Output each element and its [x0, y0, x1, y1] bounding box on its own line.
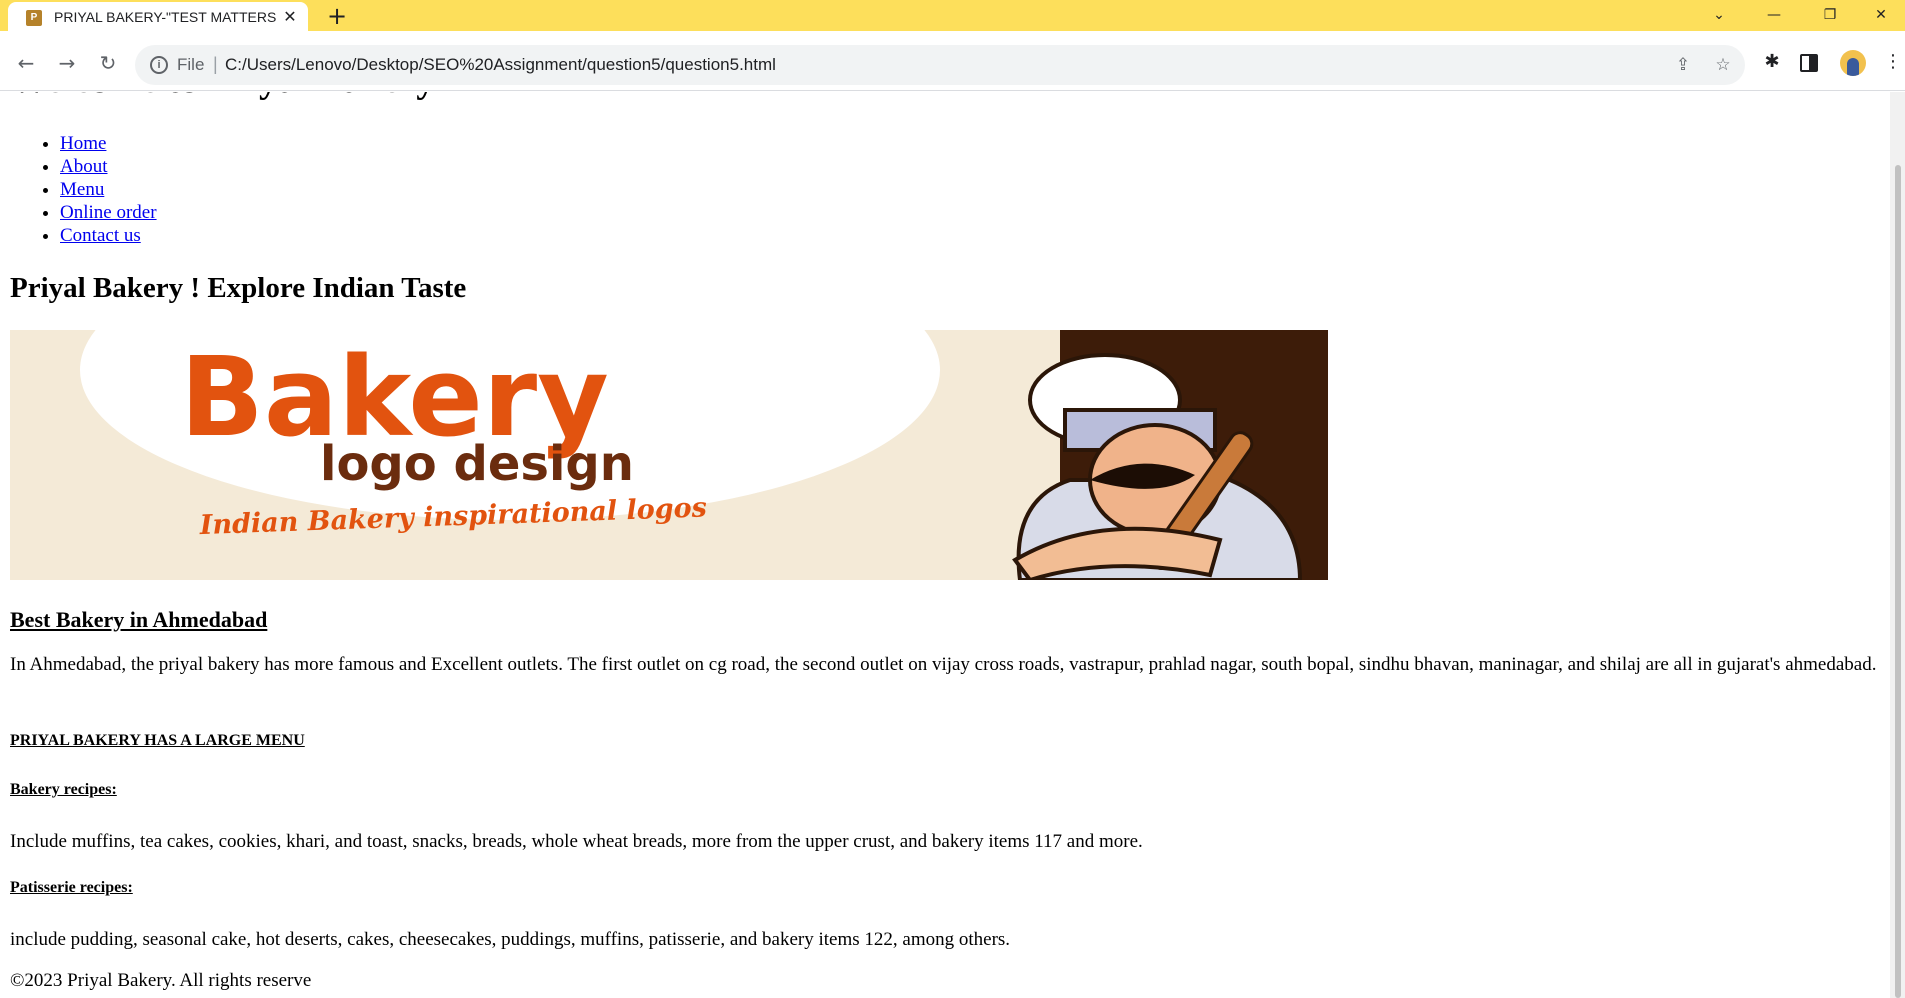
bookmark-star-icon[interactable]: ☆ [1712, 54, 1734, 76]
tab-search-icon[interactable]: ⌄ [1696, 0, 1742, 31]
nav-item-online-order: Online order [60, 201, 157, 224]
page-viewport: Welcome to Priyal Bakery Home About Menu… [0, 92, 1890, 998]
close-tab-icon[interactable]: ✕ [280, 7, 300, 27]
scrollbar-thumb[interactable] [1895, 165, 1901, 998]
restore-icon[interactable]: ❐ [1807, 0, 1853, 31]
menu-heading: PRIYAL BAKERY HAS A LARGE MENU [10, 732, 305, 749]
back-icon[interactable]: ← [12, 49, 40, 77]
share-icon[interactable]: ⇪ [1672, 54, 1694, 76]
patisserie-recipes-text: include pudding, seasonal cake, hot dese… [10, 929, 1011, 950]
nav-item-about: About [60, 155, 157, 178]
nav-item-menu: Menu [60, 178, 157, 201]
page-subtitle: Priyal Bakery ! Explore Indian Taste [10, 272, 467, 304]
menu-kebab-icon[interactable]: ⋮ [1880, 49, 1905, 75]
url-scheme: File [177, 55, 205, 74]
favicon-icon: P [26, 10, 42, 26]
nav-link-contact[interactable]: Contact us [60, 225, 141, 246]
tab-title: PRIYAL BAKERY-"TEST MATTERS [54, 9, 277, 25]
url-text[interactable]: C:/Users/Lenovo/Desktop/SEO%20Assignment… [225, 55, 776, 75]
reload-icon[interactable]: ↻ [94, 49, 122, 77]
nav-link-menu[interactable]: Menu [60, 179, 104, 200]
bakery-recipes-heading: Bakery recipes: [10, 781, 117, 798]
banner-subtitle: logo design [320, 436, 634, 492]
patisserie-recipes-heading: Patisserie recipes: [10, 879, 133, 896]
nav-item-home: Home [60, 132, 157, 155]
site-info-icon[interactable]: i [150, 56, 168, 74]
browser-toolbar: ← → ↻ i File | C:/Users/Lenovo/Desktop/S… [0, 31, 1905, 91]
nav-link-home[interactable]: Home [60, 133, 106, 154]
side-panel-icon[interactable] [1800, 54, 1818, 72]
bakery-recipes-text: Include muffins, tea cakes, cookies, kha… [10, 831, 1143, 852]
bakery-banner-image: Bakery logo design Indian Bakery inspira… [10, 330, 1328, 580]
extensions-icon[interactable]: ✱ [1759, 49, 1785, 75]
minimize-icon[interactable]: — [1751, 0, 1797, 31]
profile-avatar[interactable] [1840, 50, 1866, 76]
forward-icon[interactable]: → [53, 49, 81, 77]
nav-link-online-order[interactable]: Online order [60, 202, 157, 223]
browser-tab-bar: P PRIYAL BAKERY-"TEST MATTERS ✕ + ⌄ — ❐ … [0, 0, 1905, 31]
footer-copyright: ©2023 Priyal Bakery. All rights reserve [10, 970, 312, 991]
nav-link-about[interactable]: About [60, 156, 108, 177]
new-tab-icon[interactable]: + [324, 3, 350, 29]
best-bakery-heading: Best Bakery in Ahmedabad [10, 607, 268, 632]
nav-item-contact: Contact us [60, 224, 157, 247]
browser-tab[interactable]: P PRIYAL BAKERY-"TEST MATTERS ✕ [8, 2, 308, 31]
page-title: Welcome to Priyal Bakery [10, 92, 435, 102]
site-nav: Home About Menu Online order Contact us [10, 132, 157, 247]
url-separator: | [213, 54, 218, 74]
close-window-icon[interactable]: ✕ [1858, 0, 1904, 31]
intro-paragraph: In Ahmedabad, the priyal bakery has more… [10, 654, 1877, 675]
address-bar[interactable]: i File | C:/Users/Lenovo/Desktop/SEO%20A… [135, 45, 1745, 85]
